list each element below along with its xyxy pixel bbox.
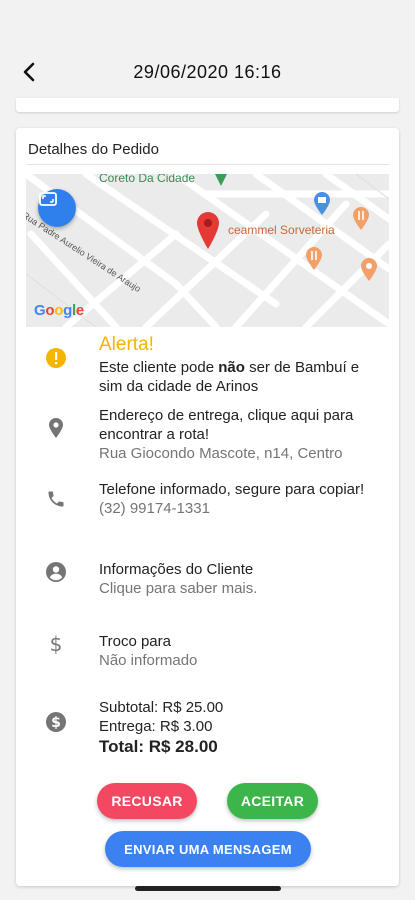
alert-text-start: Este cliente pode [99, 359, 219, 376]
refuse-button[interactable]: RECUSAR [97, 783, 197, 819]
location-icon [49, 418, 63, 438]
park-marker-icon [215, 174, 227, 186]
divider [26, 164, 389, 165]
location-pin-icon [197, 212, 219, 249]
alert-row: Alerta! Este cliente pode não ser de Bam… [16, 332, 399, 398]
accept-button[interactable]: ACEITAR [227, 783, 318, 819]
address-value: Rua Giocondo Mascote, n14, Centro [99, 445, 343, 462]
total: Total: R$ 28.00 [99, 737, 218, 756]
order-details-card: Detalhes do Pedido Coreto Da Cidade ceam… [16, 128, 399, 886]
totals-content: Subtotal: R$ 25.00 Entrega: R$ 3.00 Tota… [99, 698, 385, 757]
alert-text-bold: não [218, 359, 245, 376]
phone-content: Telefone informado, segure para copiar! … [99, 480, 385, 518]
cafe-marker-icon [361, 258, 377, 281]
account-circle-icon [46, 562, 66, 582]
totals-icon-wrap: $ [44, 710, 68, 734]
delivery-fee: Entrega: R$ 3.00 [99, 718, 213, 735]
alert-content: Alerta! Este cliente pode não ser de Bam… [99, 334, 385, 396]
home-indicator [135, 886, 281, 891]
address-label: Endereço de entrega, clique aqui para en… [99, 407, 354, 443]
map-label-coreto: Coreto Da Cidade [99, 174, 196, 185]
client-info-row[interactable]: Informações do Cliente Clique para saber… [16, 560, 399, 604]
change-row: $ Troco para Não informado [16, 632, 399, 676]
delivery-map[interactable]: Coreto Da Cidade ceammel Sorveteria Rua … [26, 174, 389, 327]
alert-title: Alerta! [99, 334, 154, 355]
subtotal: Subtotal: R$ 25.00 [99, 699, 224, 716]
monetization-icon: $ [46, 712, 66, 732]
shopping-marker-icon [314, 192, 330, 215]
change-value: Não informado [99, 652, 198, 669]
warning-icon [46, 348, 66, 368]
restaurant-marker-icon [306, 247, 322, 270]
totals-row: $ Subtotal: R$ 25.00 Entrega: R$ 3.00 To… [16, 698, 399, 758]
address-icon-wrap [44, 416, 68, 440]
client-value: Clique para saber mais. [99, 580, 258, 597]
google-logo: Google [34, 302, 84, 319]
fullscreen-icon [39, 192, 57, 206]
phone-icon [48, 491, 64, 507]
send-message-button[interactable]: ENVIAR UMA MENSAGEM [105, 831, 311, 867]
alert-message: Este cliente pode não ser de Bambuí e si… [99, 358, 385, 396]
restaurant-marker-icon [353, 207, 369, 230]
dollar-icon: $ [49, 632, 63, 656]
page-title: 29/06/2020 16:16 [133, 62, 282, 82]
client-content: Informações do Cliente Clique para saber… [99, 560, 385, 598]
phone-label: Telefone informado, segure para copiar! [99, 481, 365, 498]
section-title: Detalhes do Pedido [28, 141, 159, 158]
client-label: Informações do Cliente [99, 561, 254, 578]
change-label: Troco para [99, 633, 171, 650]
phone-row[interactable]: Telefone informado, segure para copiar! … [16, 480, 399, 540]
address-content: Endereço de entrega, clique aqui para en… [99, 406, 385, 463]
map-fullscreen-button[interactable] [38, 189, 76, 227]
map-label-sorveteria: ceammel Sorveteria [228, 223, 335, 237]
alert-icon-wrap [44, 346, 68, 370]
client-icon-wrap [44, 560, 68, 584]
phone-icon-wrap [44, 487, 68, 511]
change-icon-wrap: $ [44, 632, 68, 656]
change-content: Troco para Não informado [99, 632, 385, 670]
address-row[interactable]: Endereço de entrega, clique aqui para en… [16, 406, 399, 466]
phone-value: (32) 99174-1331 [99, 500, 210, 517]
previous-card [16, 98, 399, 112]
app-bar: 29/06/2020 16:16 [0, 40, 415, 104]
svg-text:$: $ [51, 715, 61, 731]
